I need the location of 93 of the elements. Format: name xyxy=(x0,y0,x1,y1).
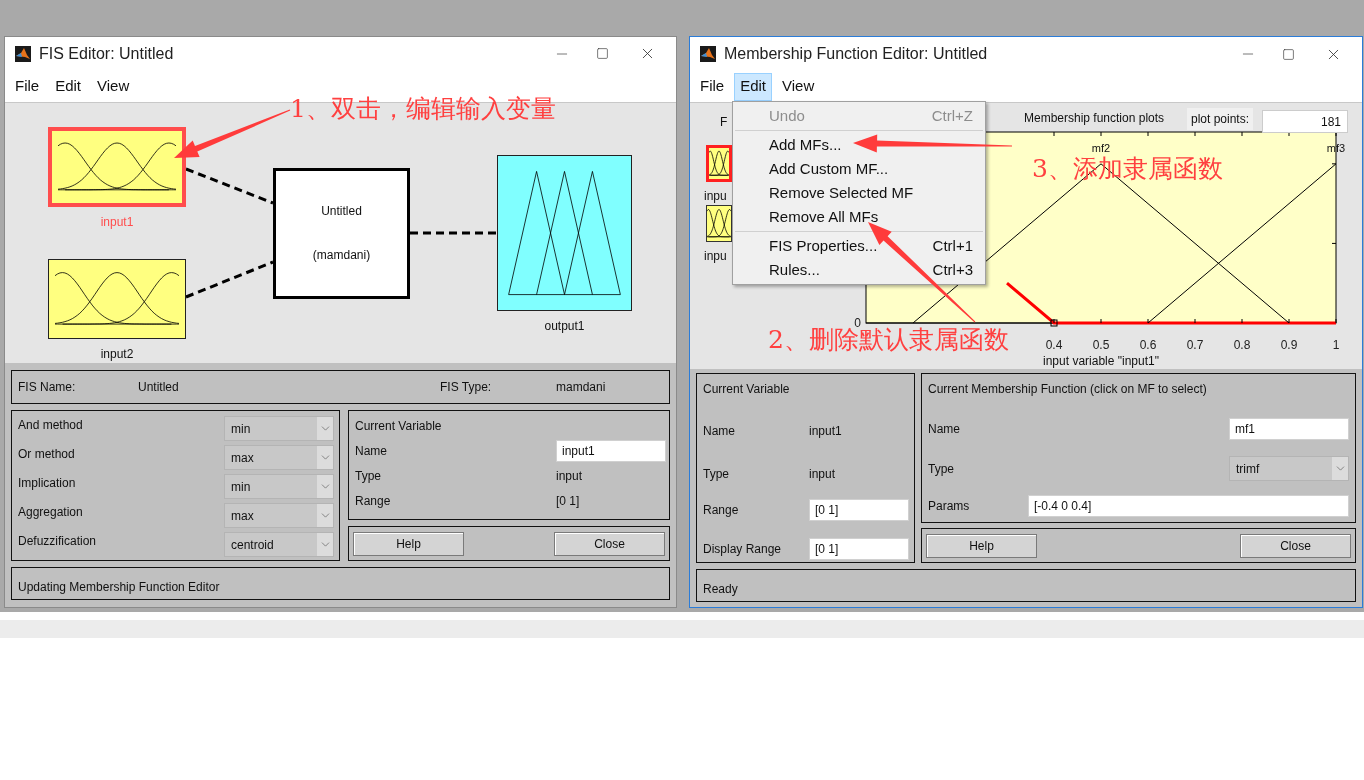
field-label: Name xyxy=(355,443,388,460)
selection-marker xyxy=(1050,319,1058,327)
menu-item[interactable]: Edit xyxy=(49,72,88,101)
app-logo-icon xyxy=(700,46,716,62)
field-value: [0 1] xyxy=(556,493,580,510)
section-title: F xyxy=(720,114,728,131)
tick-label: 0.4 xyxy=(1045,338,1063,352)
panel-button[interactable]: Help xyxy=(353,531,464,556)
plot-points-field[interactable]: 181 xyxy=(1262,110,1348,133)
menu-item[interactable]: File xyxy=(694,72,731,101)
params-field[interactable]: [-0.4 0 0.4] xyxy=(1028,495,1349,517)
menu-option[interactable]: Add MFs... xyxy=(735,133,983,157)
field-label: Name xyxy=(928,421,961,438)
mf-label: mf3 xyxy=(1326,141,1346,154)
tick-label: 0.9 xyxy=(1280,338,1298,352)
field-label: Range xyxy=(355,493,392,510)
range-field[interactable]: [0 1] xyxy=(809,499,909,521)
tick-label: 1 xyxy=(1332,338,1340,352)
mf-curve[interactable] xyxy=(1006,282,1336,325)
dropdown[interactable]: max xyxy=(224,445,334,470)
field-value: input xyxy=(809,466,836,483)
tick-label: 0 xyxy=(854,316,861,330)
dropdown[interactable]: trimf xyxy=(1229,456,1349,481)
field-label: FIS Name: xyxy=(18,379,77,396)
menu-item[interactable]: View xyxy=(776,72,821,101)
menu-option[interactable]: Rules... Ctrl+3 xyxy=(735,258,983,282)
tick-label: 0.6 xyxy=(1139,338,1157,352)
status-message: Updating Membership Function Editor xyxy=(18,580,220,594)
axis-label: input variable "input1" xyxy=(1043,354,1159,368)
tick-label: 0.5 xyxy=(1092,338,1110,352)
section-title: Current Membership Function (click on MF to select) xyxy=(928,381,1208,398)
menu-option[interactable]: Remove Selected MF xyxy=(735,181,983,205)
panel-button[interactable]: Help xyxy=(926,533,1037,558)
variable-label: inpu xyxy=(704,248,727,265)
status-message: Ready xyxy=(703,582,738,596)
menu-option[interactable]: Remove All MFs xyxy=(735,205,983,229)
name-field[interactable]: input1 xyxy=(556,440,666,462)
field-value: input xyxy=(556,468,583,485)
method-label: Implication xyxy=(18,475,77,492)
method-label: Defuzzification xyxy=(18,533,98,550)
dropdown[interactable]: max xyxy=(224,503,334,528)
field-label: Params xyxy=(928,498,971,515)
system-name: Untitled xyxy=(321,203,362,221)
method-label: And method xyxy=(18,417,84,434)
plot-title: Membership function plots xyxy=(1024,110,1165,127)
membership-curves-drawing xyxy=(709,148,729,179)
menu-item[interactable]: File xyxy=(9,72,46,101)
menu-item[interactable]: Edit xyxy=(734,72,773,101)
system-type: (mamdani) xyxy=(312,247,371,265)
maximize-icon[interactable] xyxy=(596,47,609,61)
dropdown[interactable]: centroid xyxy=(224,532,334,557)
section-title: Current Variable xyxy=(355,418,443,435)
variable-label: output1 xyxy=(543,317,586,335)
section-title: Current Variable xyxy=(703,381,791,398)
input-variable-block[interactable] xyxy=(706,205,732,242)
input-variable-block[interactable] xyxy=(48,258,186,339)
menu-option[interactable]: Add Custom MF... xyxy=(735,157,983,181)
field-value: Untitled xyxy=(138,379,180,396)
dropdown[interactable]: min xyxy=(224,474,334,499)
annotation-text: 1、双击，编辑输入变量 xyxy=(290,94,556,124)
input-variable-block[interactable] xyxy=(706,145,732,182)
field-label: Type xyxy=(703,466,730,483)
panel-button[interactable]: Close xyxy=(554,531,665,556)
window-title: Membership Function Editor: Untitled xyxy=(724,44,988,64)
app-logo-icon xyxy=(15,45,31,62)
field-label: Type xyxy=(355,468,382,485)
field-label: Name xyxy=(703,423,736,440)
tick-label: 0.7 xyxy=(1186,338,1204,352)
method-label: Aggregation xyxy=(18,504,84,521)
field-label: Type xyxy=(928,460,955,478)
field-label: FIS Type: xyxy=(440,379,493,396)
range-field[interactable]: [0 1] xyxy=(809,538,909,560)
field-label: Display Range xyxy=(703,541,783,558)
field-label: Range xyxy=(703,502,740,519)
variable-label: input2 xyxy=(99,345,135,363)
field-value: mamdani xyxy=(556,379,606,396)
menu-item[interactable]: View xyxy=(91,72,136,101)
dropdown[interactable]: min xyxy=(224,416,334,441)
system-block[interactable]: Untitled (mamdani) xyxy=(273,167,410,299)
method-label: Or method xyxy=(18,446,76,463)
mf-label: mf2 xyxy=(1091,141,1111,154)
variable-label: input1 xyxy=(99,213,135,231)
output-variable-block[interactable] xyxy=(497,154,632,311)
tick-label: 0.8 xyxy=(1233,338,1251,352)
field-label: plot points: xyxy=(1187,108,1254,130)
field-value: input1 xyxy=(809,423,842,440)
maximize-icon[interactable] xyxy=(1282,47,1295,61)
panel-button[interactable]: Close xyxy=(1240,533,1351,558)
name-field[interactable]: mf1 xyxy=(1229,418,1349,440)
input-variable-block[interactable] xyxy=(48,126,186,207)
window-title: FIS Editor: Untitled xyxy=(39,43,174,64)
menu-option[interactable]: FIS Properties... Ctrl+1 xyxy=(735,234,983,258)
variable-label: inpu xyxy=(704,188,727,205)
